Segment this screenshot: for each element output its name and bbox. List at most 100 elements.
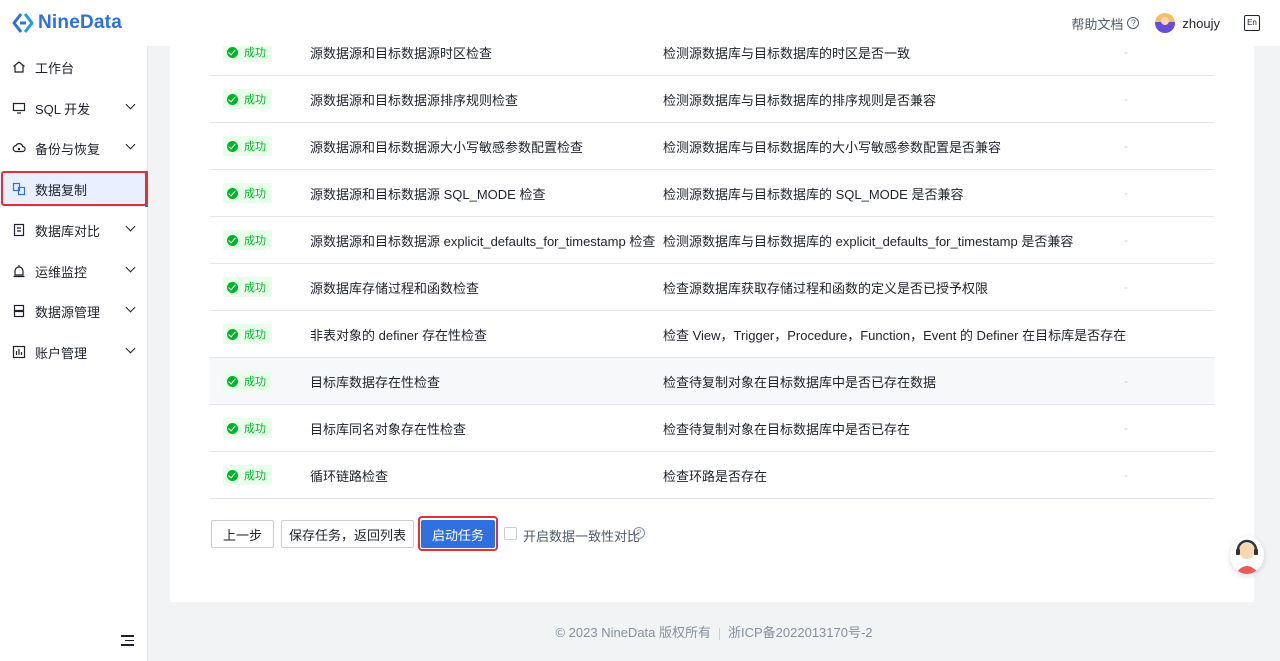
check-circle-icon (227, 375, 238, 387)
status-badge: 成功 (223, 183, 272, 203)
sidebar-item-backup[interactable]: 备份与恢复 (0, 130, 148, 166)
icp-link[interactable]: 浙ICP备2022013170号-2 (728, 625, 873, 640)
sidebar-highlight-frame (1, 171, 147, 206)
chevron-down-icon (125, 139, 136, 150)
username[interactable]: zhoujy (1182, 16, 1220, 31)
check-name: 目标库数据存在性检查 (310, 374, 441, 390)
main-card: 成功 源数据源和目标数据源时区检查 检测源数据库与目标数据库的时区是否一致 - … (170, 42, 1254, 602)
table-row: 成功 源数据源和目标数据源 SQL_MODE 检查 检测源数据库与目标数据库的 … (210, 170, 1214, 217)
check-extra: - (1124, 139, 1128, 153)
chevron-down-icon (125, 302, 136, 313)
avatar[interactable] (1155, 13, 1176, 33)
check-circle-icon (227, 422, 238, 434)
check-name: 源数据源和目标数据源 SQL_MODE 检查 (310, 186, 546, 202)
check-name: 源数据源和目标数据源排序规则检查 (310, 92, 519, 108)
chevron-down-icon (125, 99, 136, 110)
app-logo[interactable]: NineData (12, 12, 122, 34)
check-circle-icon (227, 281, 238, 293)
check-circle-icon (227, 234, 238, 246)
check-desc: 检测源数据库与目标数据库的 explicit_defaults_for_time… (663, 233, 1074, 249)
sidebar-item-label: 账户管理 (35, 345, 88, 361)
check-name: 循环链路检查 (310, 468, 389, 484)
check-circle-icon (227, 328, 238, 340)
sidebar-item-db-compare[interactable]: 数据库对比 (0, 212, 148, 248)
check-desc: 检测源数据库与目标数据库的 SQL_MODE 是否兼容 (663, 186, 964, 202)
compare-icon (13, 223, 25, 237)
table-row: 成功 源数据源和目标数据源排序规则检查 检测源数据库与目标数据库的排序规则是否兼… (210, 76, 1214, 123)
sidebar-item-label: 运维监控 (35, 264, 88, 280)
start-task-button[interactable]: 启动任务 (421, 520, 495, 548)
chevron-down-icon (125, 221, 136, 232)
sidebar-item-datasource[interactable]: 数据源管理 (0, 293, 148, 329)
check-circle-icon (227, 469, 238, 481)
table-row: 成功 目标库同名对象存在性检查 检查待复制对象在目标数据库中是否已存在 - (210, 405, 1214, 452)
table-row: 成功 非表对象的 definer 存在性检查 检查 View，Trigger，P… (210, 311, 1214, 358)
footer-divider (719, 627, 720, 640)
sidebar-item-workbench[interactable]: 工作台 (0, 49, 148, 85)
status-badge: 成功 (223, 324, 272, 344)
sidebar-item-label: 备份与恢复 (35, 141, 101, 157)
check-extra: - (1124, 186, 1128, 200)
status-badge: 成功 (223, 230, 272, 250)
sidebar-item-label: 数据源管理 (35, 304, 101, 320)
sidebar-item-label: 数据库对比 (35, 223, 101, 239)
check-extra: - (1124, 374, 1128, 388)
consistency-checkbox[interactable] (504, 527, 517, 540)
check-circle-icon (227, 93, 238, 105)
status-badge: 成功 (223, 136, 272, 156)
check-desc: 检查源数据库获取存储过程和函数的定义是否已授予权限 (663, 280, 989, 296)
check-name: 非表对象的 definer 存在性检查 (310, 327, 487, 343)
logo-icon (12, 13, 34, 33)
footer: © 2023 NineData 版权所有 浙ICP备2022013170号-2 (148, 622, 1280, 641)
alarm-icon (13, 265, 25, 278)
logo-text: NineData (38, 12, 122, 33)
check-circle-icon (227, 140, 238, 152)
check-desc: 检查待复制对象在目标数据库中是否已存在数据 (663, 374, 937, 390)
save-and-return-button[interactable]: 保存任务，返回列表 (281, 520, 414, 548)
page-scrollbar[interactable] (1272, 46, 1280, 661)
check-circle-icon (227, 187, 238, 199)
question-icon: ? (1127, 17, 1140, 29)
question-icon[interactable]: ? (633, 527, 645, 539)
language-switch-icon[interactable]: En (1244, 15, 1260, 31)
check-name: 源数据源和目标数据源大小写敏感参数配置检查 (310, 139, 584, 155)
check-desc: 检测源数据库与目标数据库的大小写敏感参数配置是否兼容 (663, 139, 1002, 155)
chevron-down-icon (125, 343, 136, 354)
customer-service-icon[interactable] (1230, 536, 1264, 574)
consistency-label[interactable]: 开启数据一致性对比 (523, 526, 640, 545)
status-badge: 成功 (223, 371, 272, 391)
check-desc: 检测源数据库与目标数据库的排序规则是否兼容 (663, 92, 937, 108)
account-icon (12, 345, 26, 359)
table-row: 成功 源数据源和目标数据源 explicit_defaults_for_time… (210, 217, 1214, 264)
datasource-icon (13, 304, 25, 318)
status-badge: 成功 (223, 465, 272, 485)
check-name: 目标库同名对象存在性检查 (310, 421, 467, 437)
collapse-sidebar-icon[interactable] (121, 635, 134, 646)
check-desc: 检查环路是否存在 (663, 468, 768, 484)
chevron-down-icon (125, 262, 136, 273)
check-extra: - (1124, 92, 1128, 106)
sidebar-item-label: SQL 开发 (35, 101, 91, 117)
status-badge: 成功 (223, 89, 272, 109)
sidebar: 工作台 SQL 开发 备份与恢复 数据复制 数据库对比 运维监控 数据源管理 账… (0, 46, 148, 661)
sidebar-item-ops-monitor[interactable]: 运维监控 (0, 253, 148, 289)
help-docs-link[interactable]: 帮助文档 ? (1071, 14, 1140, 33)
check-name: 源数据源和目标数据源 explicit_defaults_for_timesta… (310, 233, 656, 249)
table-row: 成功 目标库数据存在性检查 检查待复制对象在目标数据库中是否已存在数据 - (210, 358, 1214, 405)
status-badge: 成功 (223, 277, 272, 297)
top-header: NineData 帮助文档 ? zhoujy En (0, 0, 1280, 46)
prev-step-button[interactable]: 上一步 (211, 520, 274, 548)
check-extra: - (1124, 45, 1128, 59)
check-extra: - (1124, 327, 1128, 341)
check-desc: 检查待复制对象在目标数据库中是否已存在 (663, 421, 911, 437)
cloud-backup-icon (12, 143, 26, 153)
table-row: 成功 源数据库存储过程和函数检查 检查源数据库获取存储过程和函数的定义是否已授予… (210, 264, 1214, 311)
sidebar-item-account[interactable]: 账户管理 (0, 334, 148, 370)
table-row: 成功 循环链路检查 检查环路是否存在 - (210, 452, 1214, 499)
sidebar-item-sql-dev[interactable]: SQL 开发 (0, 90, 148, 126)
check-extra: - (1124, 280, 1128, 294)
check-extra: - (1124, 421, 1128, 435)
sidebar-item-label: 工作台 (35, 60, 75, 76)
home-icon (13, 61, 25, 73)
table-row: 成功 源数据源和目标数据源大小写敏感参数配置检查 检测源数据库与目标数据库的大小… (210, 123, 1214, 170)
